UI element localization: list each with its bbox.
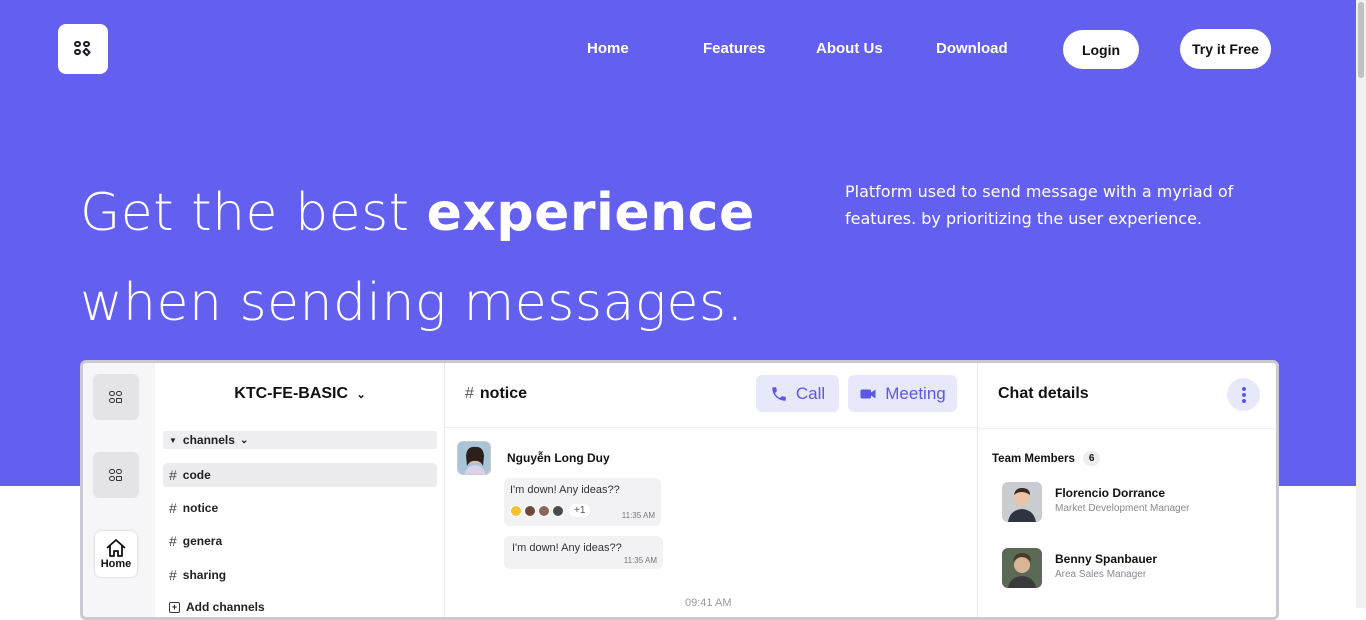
workspace-button-1[interactable] xyxy=(93,374,139,420)
plus-square-icon: + xyxy=(169,601,180,613)
time-divider: 09:41 AM xyxy=(685,597,732,609)
headline-part1: Get the best xyxy=(80,183,427,243)
meeting-button[interactable]: Meeting xyxy=(848,375,957,412)
home-button[interactable]: Home xyxy=(95,531,137,577)
channel-item-notice[interactable]: # notice xyxy=(163,496,437,520)
channel-label: sharing xyxy=(182,568,227,582)
home-icon xyxy=(106,539,126,557)
channel-sidebar: KTC-FE-BASIC ⌄ ▼ channels ⌄ # code # not… xyxy=(155,363,445,617)
message-time: 11:35 AM xyxy=(623,556,657,565)
chat-panel: # notice Call Meeting Nguyễn Long Duy I'… xyxy=(445,363,978,617)
scrollbar-thumb[interactable] xyxy=(1358,2,1364,78)
channel-item-sharing[interactable]: # sharing xyxy=(163,563,437,587)
team-members-count: 6 xyxy=(1082,451,1101,466)
channel-item-code[interactable]: # code xyxy=(163,463,437,487)
member-role: Market Development Manager xyxy=(1055,503,1190,514)
scrollbar-track[interactable] xyxy=(1356,0,1366,608)
channel-label: code xyxy=(182,468,211,482)
message-bubble[interactable]: I'm down! Any ideas?? +1 11:35 AM xyxy=(504,478,661,526)
reaction-bar[interactable]: +1 xyxy=(510,504,591,517)
caret-down-icon: ▼ xyxy=(169,435,177,445)
member-avatar xyxy=(1002,482,1042,522)
chevron-down-icon: ⌄ xyxy=(239,434,249,446)
message-text: I'm down! Any ideas?? xyxy=(512,542,622,554)
team-members-header: Team Members 6 xyxy=(992,451,1101,466)
member-name: Florencio Dorrance xyxy=(1055,486,1166,500)
message-time: 11:35 AM xyxy=(621,511,655,520)
hero-subtext: Platform used to send message with a myr… xyxy=(845,182,1234,228)
home-label: Home xyxy=(100,558,132,570)
team-members-label: Team Members xyxy=(992,452,1075,465)
hero-headline: Get the best experience when sending mes… xyxy=(80,168,755,348)
chevron-down-icon: ⌄ xyxy=(356,389,366,401)
member-name: Benny Spanbauer xyxy=(1055,552,1158,566)
reaction-avatar-icon xyxy=(538,504,550,517)
meeting-label: Meeting xyxy=(885,383,946,403)
headline-line2: when sending messages. xyxy=(80,273,744,333)
phone-icon xyxy=(772,386,786,401)
login-button[interactable]: Login xyxy=(1063,30,1139,69)
chat-channel-title: # notice xyxy=(465,385,527,403)
channel-group-label: channels xyxy=(182,433,235,447)
workspace-icon xyxy=(109,468,123,482)
hash-icon: # xyxy=(169,533,177,549)
workspace-rail: Home xyxy=(83,363,155,617)
chat-header: # notice Call Meeting xyxy=(445,363,977,428)
nav-link-features[interactable]: Features xyxy=(703,39,766,59)
sender-avatar[interactable] xyxy=(457,441,491,475)
logo-icon xyxy=(74,41,92,57)
kebab-menu-icon xyxy=(1241,386,1246,403)
channel-group-header[interactable]: ▼ channels ⌄ xyxy=(163,431,437,449)
hash-icon: # xyxy=(169,500,177,516)
member-avatar xyxy=(1002,548,1042,588)
call-button[interactable]: Call xyxy=(756,375,839,412)
avatar-image xyxy=(458,442,490,474)
add-channels-label: Add channels xyxy=(186,600,265,614)
avatar-image xyxy=(1002,548,1042,588)
chat-details-panel: Chat details Team Members 6 Florencio Do… xyxy=(978,363,1276,617)
message-bubble[interactable]: I'm down! Any ideas?? 11:35 AM xyxy=(504,536,663,569)
hash-icon: # xyxy=(465,385,474,402)
message-text: I'm down! Any ideas?? xyxy=(510,484,620,496)
channel-item-genera[interactable]: # genera xyxy=(163,529,437,553)
headline-bold: experience xyxy=(426,183,755,243)
reaction-more[interactable]: +1 xyxy=(569,504,591,517)
more-options-button[interactable] xyxy=(1227,378,1260,411)
workspace-icon xyxy=(109,390,123,404)
reaction-clap-icon xyxy=(510,504,522,517)
hash-icon: # xyxy=(169,467,177,483)
channel-label: genera xyxy=(182,534,223,548)
workspace-button-2[interactable] xyxy=(93,452,139,498)
workspace-title[interactable]: KTC-FE-BASIC ⌄ xyxy=(155,385,445,403)
member-role: Area Sales Manager xyxy=(1055,569,1147,580)
nav-link-home[interactable]: Home xyxy=(587,39,629,59)
call-label: Call xyxy=(795,383,826,403)
channel-label: notice xyxy=(182,501,219,515)
sender-name: Nguyễn Long Duy xyxy=(507,451,610,465)
nav-link-about-us[interactable]: About Us xyxy=(816,39,883,59)
video-camera-icon xyxy=(860,389,876,398)
workspace-name: KTC-FE-BASIC xyxy=(234,385,349,402)
avatar-image xyxy=(1002,482,1042,522)
nav-link-download[interactable]: Download xyxy=(936,39,1008,59)
chat-details-title: Chat details xyxy=(998,385,1089,402)
brand-logo[interactable] xyxy=(58,24,108,74)
add-channels-button[interactable]: + Add channels xyxy=(163,595,437,617)
member-item[interactable]: Benny Spanbauer Area Sales Manager xyxy=(1002,548,1262,590)
app-preview: Home KTC-FE-BASIC ⌄ ▼ channels ⌄ # code … xyxy=(80,360,1279,620)
reaction-avatar-icon xyxy=(552,504,564,517)
chat-channel-name: notice xyxy=(479,385,528,402)
hash-icon: # xyxy=(169,567,177,583)
reaction-avatar-icon xyxy=(524,504,536,517)
divider xyxy=(978,428,1276,429)
try-free-button[interactable]: Try it Free xyxy=(1180,29,1271,69)
member-item[interactable]: Florencio Dorrance Market Development Ma… xyxy=(1002,482,1262,524)
